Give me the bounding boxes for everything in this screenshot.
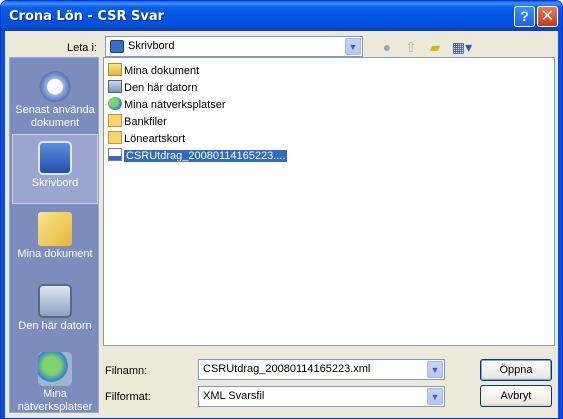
file-open-dialog: Crona Lön - CSR Svar ? ✕ Leta i: Skrivbo… [0, 0, 563, 419]
place-label: Senast använda dokument [15, 104, 95, 129]
place-desktop[interactable]: Skrivbord [12, 134, 98, 204]
network-places-icon [108, 97, 122, 110]
chevron-down-icon[interactable]: ▼ [345, 38, 361, 55]
xml-file-icon [108, 148, 122, 161]
file-list[interactable]: Mina dokument Den här datorn Mina nätver… [103, 57, 555, 346]
desktop-small-icon [110, 40, 124, 53]
filename-label: Filnamn: [105, 365, 148, 377]
desktop-icon [38, 141, 72, 175]
title-bar[interactable]: Crona Lön - CSR Svar ? ✕ [1, 1, 562, 31]
window-frame-left [1, 31, 5, 418]
place-label: Mina nätverksplatser [17, 388, 93, 413]
place-my-documents[interactable]: Mina dokument [12, 206, 98, 276]
place-my-computer[interactable]: Den här datorn [12, 278, 98, 348]
list-item[interactable]: Den här datorn [108, 80, 197, 96]
filetype-combobox[interactable]: XML Svarsfil ▼ [198, 386, 445, 407]
list-item[interactable]: Mina dokument [108, 63, 199, 79]
lookin-label: Leta i: [67, 42, 97, 54]
list-item-selected[interactable]: CSRUtdrag_20080114165223.... [108, 148, 288, 164]
place-label: Mina dokument [17, 248, 93, 260]
cancel-button[interactable]: Avbryt [480, 385, 552, 407]
my-documents-icon [108, 63, 122, 76]
lookin-value: Skrivbord [128, 40, 175, 52]
help-button[interactable]: ? [514, 6, 535, 27]
my-computer-icon [38, 284, 72, 318]
back-icon[interactable]: ● [377, 38, 397, 56]
filename-combobox[interactable]: CSRUtdrag_20080114165223.xml ▼ [198, 359, 445, 380]
view-menu-icon[interactable]: ▦▾ [449, 38, 475, 56]
network-places-icon [38, 352, 72, 386]
lookin-combobox[interactable]: Skrivbord ▼ [105, 36, 363, 57]
open-button[interactable]: Öppna [480, 359, 552, 381]
my-computer-icon [108, 80, 122, 93]
folder-icon [108, 131, 122, 144]
list-item[interactable]: Mina nätverksplatser [108, 97, 226, 113]
close-button[interactable]: ✕ [537, 6, 558, 27]
list-item[interactable]: Löneartskort [108, 131, 185, 147]
filetype-value: XML Svarsfil [203, 390, 265, 402]
place-label: Skrivbord [31, 177, 79, 189]
new-folder-icon[interactable]: ▰ [425, 38, 445, 56]
filename-value[interactable]: CSRUtdrag_20080114165223.xml [203, 363, 370, 375]
recent-documents-icon [38, 68, 72, 102]
filetype-label: Filformat: [105, 391, 151, 403]
up-folder-icon[interactable]: ⇧ [401, 38, 421, 56]
chevron-down-icon[interactable]: ▼ [427, 361, 443, 378]
place-network-places[interactable]: Mina nätverksplatser [12, 346, 98, 416]
place-recent-documents[interactable]: Senast använda dokument [12, 62, 98, 132]
list-item[interactable]: Bankfiler [108, 114, 167, 130]
place-label: Den här datorn [18, 320, 92, 332]
window-frame-right [558, 31, 562, 418]
folder-icon [108, 114, 122, 127]
places-bar: Senast använda dokument Skrivbord Mina d… [9, 57, 99, 413]
window-title: Crona Lön - CSR Svar [9, 9, 165, 24]
chevron-down-icon[interactable]: ▼ [427, 388, 443, 405]
my-documents-icon [38, 212, 72, 246]
